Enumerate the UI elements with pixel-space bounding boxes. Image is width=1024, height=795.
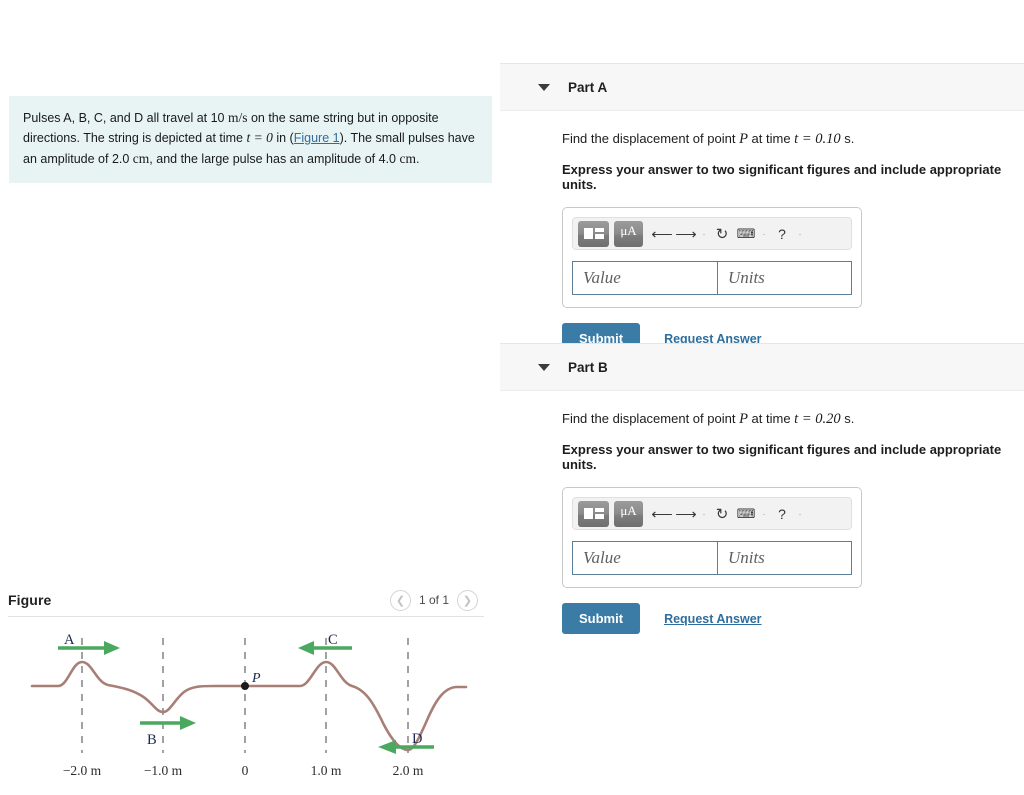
micro-amp-units-icon[interactable]: μA [614, 220, 643, 247]
point-p-label: P [251, 671, 261, 686]
part-a-block: Part A Find the displacement of point P … [500, 63, 1024, 354]
tick-label-3: 1.0 m [311, 763, 342, 778]
overflow-dot-icon: · [702, 228, 706, 239]
axis-tick-labels: −2.0 m −1.0 m 0 1.0 m 2.0 m [63, 763, 424, 778]
help-icon[interactable]: ? [771, 501, 793, 527]
point-p-marker [241, 682, 249, 690]
math-template-icon[interactable] [578, 500, 609, 527]
overflow-dot-icon-3: · [798, 508, 802, 519]
part-a-header[interactable]: Part A [500, 63, 1024, 111]
math-template-icon[interactable] [578, 220, 609, 247]
value-input[interactable]: Value [572, 261, 717, 295]
pulse-figure: P A B C D −2.0 m −1.0 m 0 1.0 m 2.0 m [0, 620, 492, 795]
caret-down-icon[interactable] [538, 83, 550, 91]
figure-nav: ❮ 1 of 1 ❯ [389, 589, 478, 611]
undo-icon[interactable]: ⟵ [651, 221, 673, 247]
keyboard-icon[interactable]: ⌨ [735, 501, 757, 527]
help-icon[interactable]: ? [771, 221, 793, 247]
part-b-instruction: Express your answer to two significant f… [562, 442, 1002, 472]
pulse-b-label: B [147, 732, 157, 748]
overflow-dot-icon-2: · [762, 228, 766, 239]
part-b-answer-widget: μA ⟵ ⟶ · ↻ ⌨ · ? · Value Units [562, 487, 862, 588]
problem-text-6: . [415, 151, 420, 166]
overflow-dot-icon-2: · [762, 508, 766, 519]
prompt-point: P [739, 411, 748, 427]
part-a-toolbar: μA ⟵ ⟶ · ↻ ⌨ · ? · [572, 217, 852, 250]
prompt-point: P [739, 131, 748, 147]
micro-amp-units-icon[interactable]: μA [614, 500, 643, 527]
undo-icon[interactable]: ⟵ [651, 501, 673, 527]
figure-count-label: 1 of 1 [418, 593, 449, 607]
overflow-dot-icon-3: · [798, 228, 802, 239]
prompt-mid: at time [747, 411, 795, 426]
chevron-left-icon[interactable]: ❮ [389, 589, 411, 611]
part-b-actions: Submit Request Answer [562, 603, 1024, 634]
part-b-toolbar: μA ⟵ ⟶ · ↻ ⌨ · ? · [572, 497, 852, 530]
figure-title: Figure [8, 592, 52, 608]
prompt-mid: at time [747, 131, 795, 146]
part-b-block: Part B Find the displacement of point P … [500, 343, 1024, 634]
time-equation: t = 0 [246, 130, 273, 146]
reset-icon[interactable]: ↻ [711, 501, 733, 527]
problem-text-1: Pulses A, B, C, and D all travel at 10 [23, 111, 228, 125]
pulse-b-arrow [140, 716, 196, 730]
part-a-prompt: Find the displacement of point P at time… [562, 131, 1024, 148]
part-b-prompt: Find the displacement of point P at time… [562, 411, 1024, 428]
chevron-right-icon[interactable]: ❯ [457, 589, 478, 611]
submit-button[interactable]: Submit [562, 603, 641, 634]
left-panel: Pulses A, B, C, and D all travel at 10 m… [0, 0, 500, 795]
amplitude-unit-large: cm [399, 150, 416, 166]
speed-units: m/s [227, 110, 248, 125]
part-b-fields: Value Units [572, 541, 852, 575]
problem-page: Pulses A, B, C, and D all travel at 10 m… [0, 0, 1024, 795]
request-answer-link[interactable]: Request Answer [664, 612, 761, 626]
pulse-a-label: A [64, 632, 75, 648]
redo-icon[interactable]: ⟶ [675, 501, 697, 527]
prompt-post: s. [840, 131, 855, 146]
figure-header: Figure ❮ 1 of 1 ❯ [0, 585, 492, 615]
part-a-fields: Value Units [572, 261, 852, 295]
tick-label-0: −2.0 m [63, 763, 102, 778]
tick-label-2: 0 [242, 763, 249, 778]
gridlines [81, 638, 409, 753]
pulse-d-arrow [378, 740, 434, 754]
figure-1-link[interactable]: Figure 1 [294, 131, 340, 145]
units-input[interactable]: Units [716, 541, 852, 575]
amplitude-unit-small: cm [132, 150, 150, 166]
caret-down-icon[interactable] [538, 363, 550, 371]
prompt-time: t = 0.20 [794, 411, 841, 427]
right-panel: Part A Find the displacement of point P … [500, 0, 1024, 795]
pulse-c-label: C [328, 632, 338, 648]
pulse-figure-svg: P A B C D −2.0 m −1.0 m 0 1.0 m 2.0 m [30, 632, 468, 778]
problem-statement: Pulses A, B, C, and D all travel at 10 m… [9, 96, 492, 183]
prompt-pre: Find the displacement of point [562, 131, 740, 146]
figure-divider [8, 616, 484, 617]
problem-text-3: in ( [272, 131, 294, 146]
part-a-label: Part A [568, 79, 608, 95]
part-b-header[interactable]: Part B [500, 343, 1024, 391]
redo-icon[interactable]: ⟶ [675, 221, 697, 247]
problem-text-5: , and the large pulse has an amplitude o… [149, 151, 400, 166]
pulse-d-label: D [412, 731, 422, 747]
overflow-dot-icon: · [702, 508, 706, 519]
tick-label-4: 2.0 m [393, 763, 424, 778]
tick-label-1: −1.0 m [144, 763, 183, 778]
keyboard-icon[interactable]: ⌨ [735, 221, 757, 247]
prompt-time: t = 0.10 [794, 131, 841, 147]
reset-icon[interactable]: ↻ [711, 221, 733, 247]
pulse-c-arrow [298, 641, 352, 655]
part-a-answer-widget: μA ⟵ ⟶ · ↻ ⌨ · ? · Value Units [562, 207, 862, 308]
string-curve [30, 660, 468, 752]
units-input[interactable]: Units [716, 261, 852, 295]
part-a-instruction: Express your answer to two significant f… [562, 162, 1002, 192]
part-a-body: Find the displacement of point P at time… [500, 111, 1024, 354]
value-input[interactable]: Value [572, 541, 717, 575]
part-b-label: Part B [568, 359, 608, 375]
prompt-pre: Find the displacement of point [562, 411, 740, 426]
prompt-post: s. [840, 411, 855, 426]
part-b-body: Find the displacement of point P at time… [500, 391, 1024, 634]
